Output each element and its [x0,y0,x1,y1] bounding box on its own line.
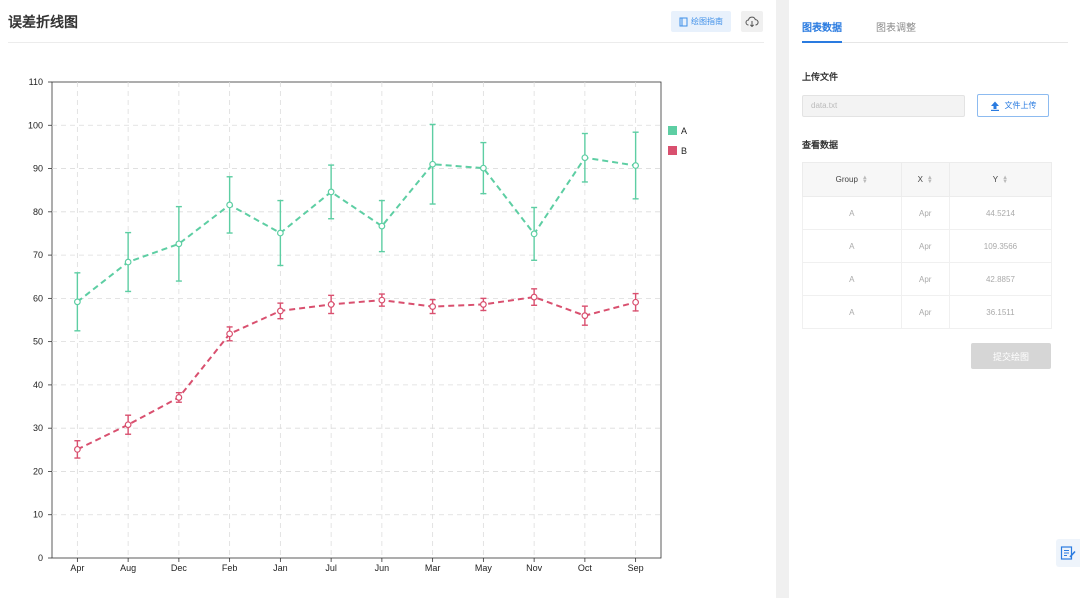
plot-frame [51,81,662,559]
chart-panel: 误差折线图 绘图指南 0 10 20 30 40 50 60 70 80 90 100 110 Apr A… [0,0,776,598]
feedback-button[interactable] [1056,539,1080,567]
cell: 36.1511 [948,295,1053,329]
panel-gutter [776,0,789,598]
x-tick-label: May [475,563,493,573]
upload-button-label: 文件上传 [1004,101,1037,110]
guide-button[interactable]: 绘图指南 [671,11,731,32]
tab-chart-data[interactable]: 图表数据 [802,19,842,43]
y-tick-label: 80 [33,207,43,217]
y-tick-label: 70 [33,250,43,260]
data-point [276,307,284,315]
data-point [632,298,640,306]
edit-note-icon [1060,546,1076,560]
data-point [581,312,589,320]
submit-plot-button[interactable]: 提交绘图 [971,343,1051,369]
cell: 42.8857 [948,262,1053,296]
y-tick-label: 100 [28,120,43,130]
y-tick-label: 60 [33,293,43,303]
cell: A [802,262,902,296]
column-header-x[interactable]: X ▲ ▼ [900,162,950,197]
legend-swatch [668,146,677,155]
cell: Apr [900,229,950,263]
y-tick-label: 110 [29,77,43,87]
x-tick-label: Aug [120,563,136,573]
cell: A [802,196,902,230]
tab-bar: 图表数据 图表调整 [802,0,1068,43]
data-point [327,188,335,196]
data-point [378,222,386,230]
x-tick-label: Dec [171,563,188,573]
data-point [632,162,640,169]
sort-icon[interactable]: ▲ ▼ [1002,175,1008,185]
download-button[interactable] [741,11,763,32]
x-tick-label: Mar [425,563,441,573]
y-tick-label: 90 [33,164,43,174]
y-tick-label: 20 [33,466,43,476]
data-point [479,164,487,172]
column-header-y[interactable]: Y ▲ ▼ [948,162,1053,197]
page-title: 误差折线图 [8,14,78,30]
data-point [73,445,81,453]
upload-section-title: 上传文件 [802,72,839,82]
book-icon [679,17,688,26]
x-tick-label: Nov [526,563,543,573]
data-point [124,421,132,429]
table-row: A Apr 44.5214 [802,196,1053,230]
file-name-input[interactable]: data.txt [802,95,965,117]
x-tick-label: Sep [628,563,644,573]
data-point [479,301,487,308]
settings-panel: 图表数据 图表调整 上传文件 data.txt 文件上传 查看数据 Group ▲… [789,0,1080,598]
upload-icon [990,101,999,111]
x-tick-label: Oct [578,563,593,573]
x-tick-label: Apr [70,563,84,573]
data-point [530,293,538,301]
data-point [378,296,386,304]
column-header-group[interactable]: Group ▲ ▼ [802,162,902,197]
cell: 109.3566 [948,229,1053,263]
data-point [226,330,234,338]
data-point [175,394,183,401]
y-tick-label: 40 [33,380,43,390]
legend-swatch [668,126,677,135]
data-point [530,230,538,238]
y-tick-label: 30 [33,423,43,433]
error-line-chart: 0 10 20 30 40 50 60 70 80 90 100 110 Apr Aug Dec Feb Jan… [28,77,687,573]
data-point [124,258,132,266]
x-tick-label: Jul [325,563,337,573]
cell: Apr [900,262,950,296]
sort-icon[interactable]: ▲ ▼ [862,175,868,185]
data-point [429,303,437,310]
y-tick-label: 10 [33,510,43,520]
header-divider [8,42,764,43]
y-tick-label: 0 [38,553,43,563]
data-point [429,160,437,168]
table-row: A Apr 36.1511 [802,295,1053,329]
data-point [327,301,335,308]
data-point [73,298,81,306]
cell: A [802,229,902,263]
cell: Apr [900,196,950,230]
view-data-title: 查看数据 [802,140,839,150]
cell: Apr [900,295,950,329]
x-tick-label: Feb [222,563,238,573]
x-tick-label: Jun [375,563,390,573]
cell: A [802,295,902,329]
data-table: Group ▲ ▼ X ▲ ▼ Y ▲ ▼ A Apr 44.5214 A Apr 109.3566… [802,162,1053,329]
table-row: A Apr 109.3566 [802,229,1053,263]
data-point [276,229,284,237]
sort-icon[interactable]: ▲ ▼ [927,175,933,185]
y-tick-label: 50 [33,337,43,347]
data-point [226,201,234,209]
x-tick-label: Jan [273,563,288,573]
legend-label: A [681,126,687,136]
cell: 44.5214 [948,196,1053,230]
file-upload-button[interactable]: 文件上传 [977,94,1049,117]
tab-chart-adjust[interactable]: 图表调整 [876,19,916,34]
table-row: A Apr 42.8857 [802,262,1053,296]
guide-button-label: 绘图指南 [691,17,723,26]
legend-label: B [681,146,687,156]
data-point [581,154,589,162]
cloud-download-icon [745,16,759,27]
data-point [175,240,183,248]
